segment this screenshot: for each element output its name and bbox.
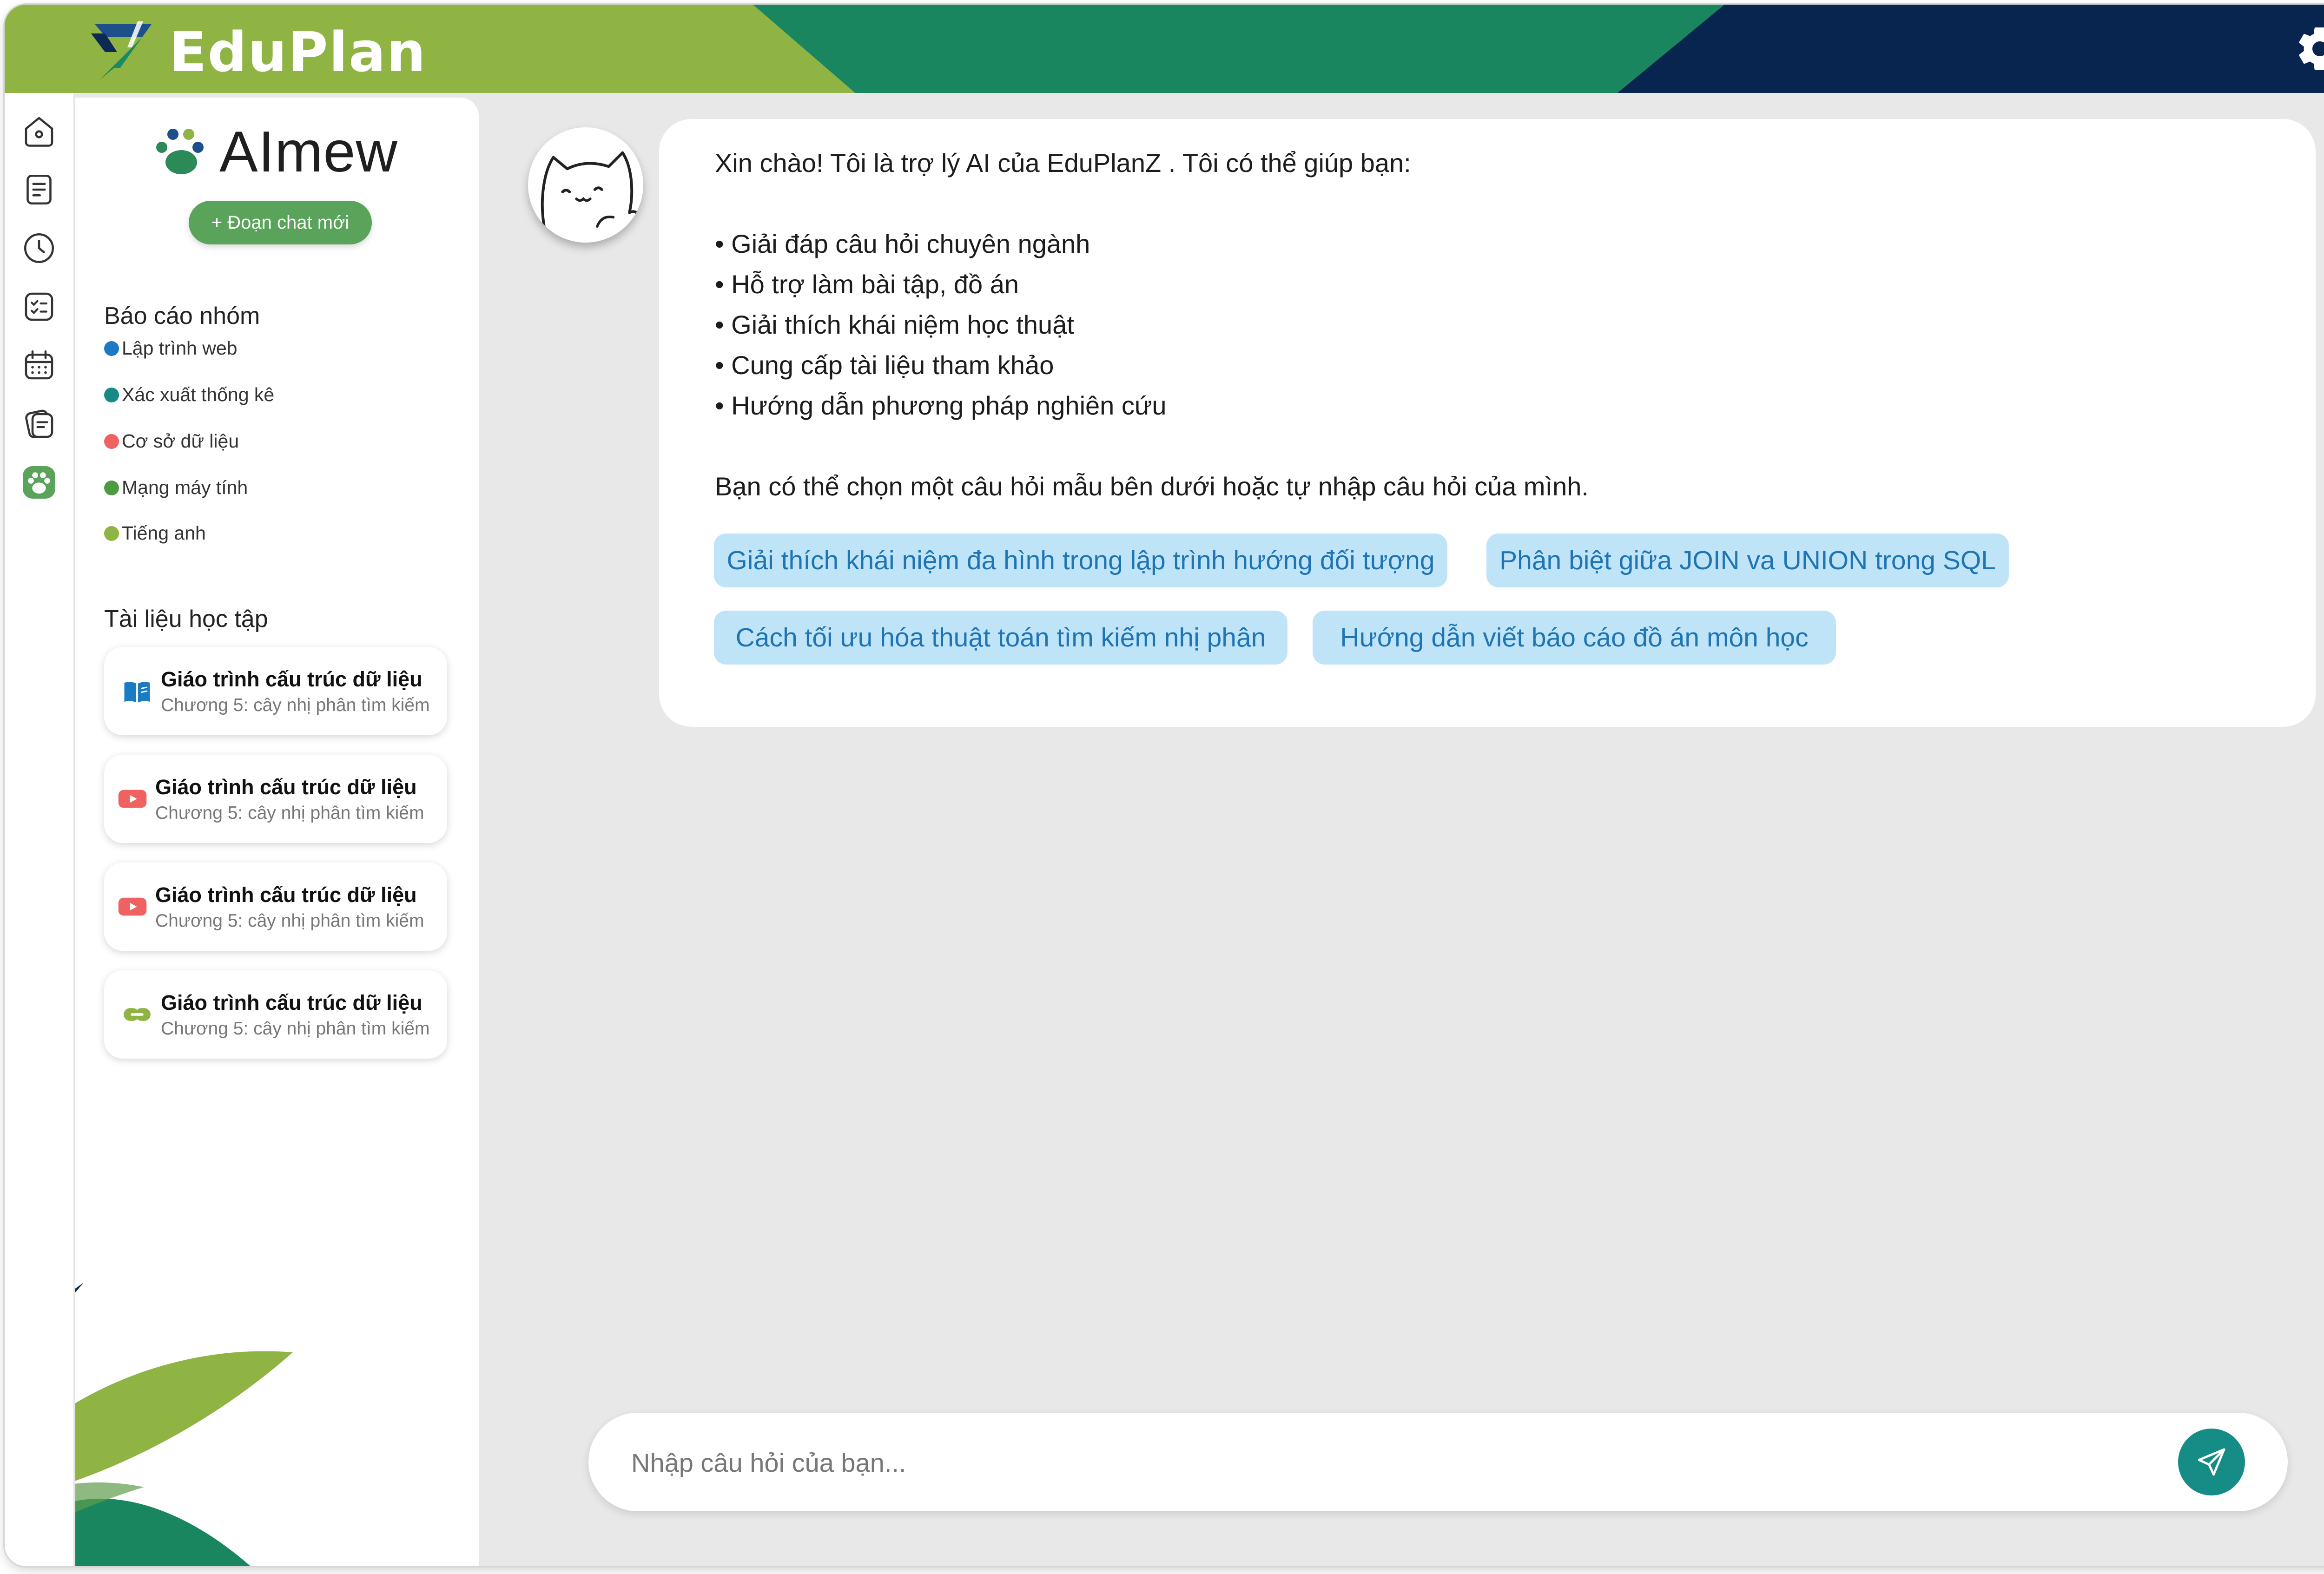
gear-icon xyxy=(2299,27,2324,70)
document-title: Giáo trình cấu trúc dữ liệu xyxy=(161,667,423,691)
group-item[interactable]: Cơ sở dữ liệu xyxy=(104,430,239,452)
group-item[interactable]: Xác xuất thống kê xyxy=(104,384,274,406)
book-icon xyxy=(124,682,150,703)
checklist-icon xyxy=(25,292,53,321)
suggestion-chip[interactable]: Cách tối ưu hóa thuật toán tìm kiếm nhị … xyxy=(714,611,1287,665)
rail-item-notes[interactable] xyxy=(17,402,61,446)
decorative-leaves xyxy=(75,1283,293,1566)
capability-item: • Giải thích khái niệm học thuật xyxy=(715,310,1074,339)
capability-item: • Giải đáp câu hỏi chuyên ngành xyxy=(715,229,1090,258)
rail-item-calendar[interactable] xyxy=(17,343,61,388)
greeting-text: Xin chào! Tôi là trợ lý AI của EduPlanZ … xyxy=(715,148,1411,178)
new-chat-button[interactable]: + Đoạn chat mới xyxy=(189,201,372,244)
ai-brand: AImew xyxy=(154,119,398,185)
document-subtitle: Chương 5: cây nhị phân tìm kiếm xyxy=(155,911,424,931)
group-color-dot xyxy=(104,480,119,495)
document-title: Giáo trình cấu trúc dữ liệu xyxy=(155,883,417,907)
cards-icon xyxy=(25,409,53,439)
cat-mascot-icon xyxy=(541,151,640,228)
document-title: Giáo trình cấu trúc dữ liệu xyxy=(155,775,417,799)
send-button[interactable] xyxy=(2178,1429,2245,1495)
assistant-message: Xin chào! Tôi là trợ lý AI của EduPlanZ … xyxy=(659,119,2316,727)
group-item[interactable]: Tiếng anh xyxy=(104,522,206,544)
suggestion-chip[interactable]: Giải thích khái niệm đa hình trong lập t… xyxy=(714,533,1447,587)
group-item[interactable]: Lập trình web xyxy=(104,337,237,359)
clock-icon xyxy=(24,233,54,263)
prompt-hint-text: Bạn có thể chọn một câu hỏi mẫu bên dưới… xyxy=(715,472,1589,501)
send-icon xyxy=(2198,1448,2225,1476)
rail-item-ai-assistant[interactable] xyxy=(17,460,61,505)
document-card[interactable]: Giáo trình cấu trúc dữ liệu Chương 5: câ… xyxy=(104,970,447,1059)
chat-input[interactable] xyxy=(630,1439,2166,1486)
document-card[interactable]: Giáo trình cấu trúc dữ liệu Chương 5: câ… xyxy=(104,647,447,735)
document-card[interactable]: Giáo trình cấu trúc dữ liệu Chương 5: câ… xyxy=(104,755,447,843)
rail-item-history[interactable] xyxy=(17,226,61,270)
logo-mark-icon xyxy=(91,21,152,80)
rail-item-home[interactable] xyxy=(17,109,61,153)
settings-button[interactable] xyxy=(2294,23,2324,74)
assistant-avatar xyxy=(528,127,643,243)
document-subtitle: Chương 5: cây nhị phân tìm kiếm xyxy=(155,803,424,823)
app-window: EduPlanZ AImew + Đoạn chat mới Báo cáo n… xyxy=(5,5,2324,1566)
groups-heading: Báo cáo nhóm xyxy=(104,303,260,329)
top-bar: EduPlanZ xyxy=(5,5,2324,93)
rail-item-tasks[interactable] xyxy=(17,284,61,329)
suggestion-chip[interactable]: Phân biệt giữa JOIN va UNION trong SQL xyxy=(1486,533,2009,587)
documents-heading: Tài liệu học tập xyxy=(104,606,268,632)
chat-input-bar xyxy=(588,1413,2288,1511)
group-item[interactable]: Mạng máy tính xyxy=(104,477,248,499)
link-icon xyxy=(124,1008,151,1021)
logo-text: EduPlanZ xyxy=(169,20,468,84)
icon-rail xyxy=(5,93,75,1566)
group-color-dot xyxy=(104,341,119,356)
ai-brand-name: AImew xyxy=(219,120,398,184)
ai-side-panel: AImew + Đoạn chat mới Báo cáo nhóm Lập t… xyxy=(75,98,479,1566)
video-play-icon xyxy=(118,897,147,916)
document-subtitle: Chương 5: cây nhị phân tìm kiếm xyxy=(161,695,430,715)
paw-icon xyxy=(156,129,204,174)
document-card[interactable]: Giáo trình cấu trúc dữ liệu Chương 5: câ… xyxy=(104,863,447,951)
document-subtitle: Chương 5: cây nhị phân tìm kiếm xyxy=(161,1019,430,1039)
rail-item-documents[interactable] xyxy=(17,167,61,212)
home-icon xyxy=(25,117,53,147)
calendar-icon xyxy=(25,350,53,380)
paw-icon xyxy=(23,466,55,499)
group-color-dot xyxy=(104,387,119,402)
group-color-dot xyxy=(104,434,119,449)
video-play-icon xyxy=(118,790,147,808)
capability-item: • Cung cấp tài liệu tham khảo xyxy=(715,350,1054,380)
app-logo[interactable]: EduPlanZ xyxy=(86,20,467,85)
capability-item: • Hỗ trợ làm bài tập, đồ án xyxy=(715,270,1019,299)
group-color-dot xyxy=(104,526,119,541)
document-icon xyxy=(26,174,52,205)
document-title: Giáo trình cấu trúc dữ liệu xyxy=(161,991,423,1014)
capability-item: • Hướng dẫn phương pháp nghiên cứu xyxy=(715,391,1167,420)
suggestion-chip[interactable]: Hướng dẫn viết báo cáo đồ án môn học xyxy=(1313,611,1836,665)
